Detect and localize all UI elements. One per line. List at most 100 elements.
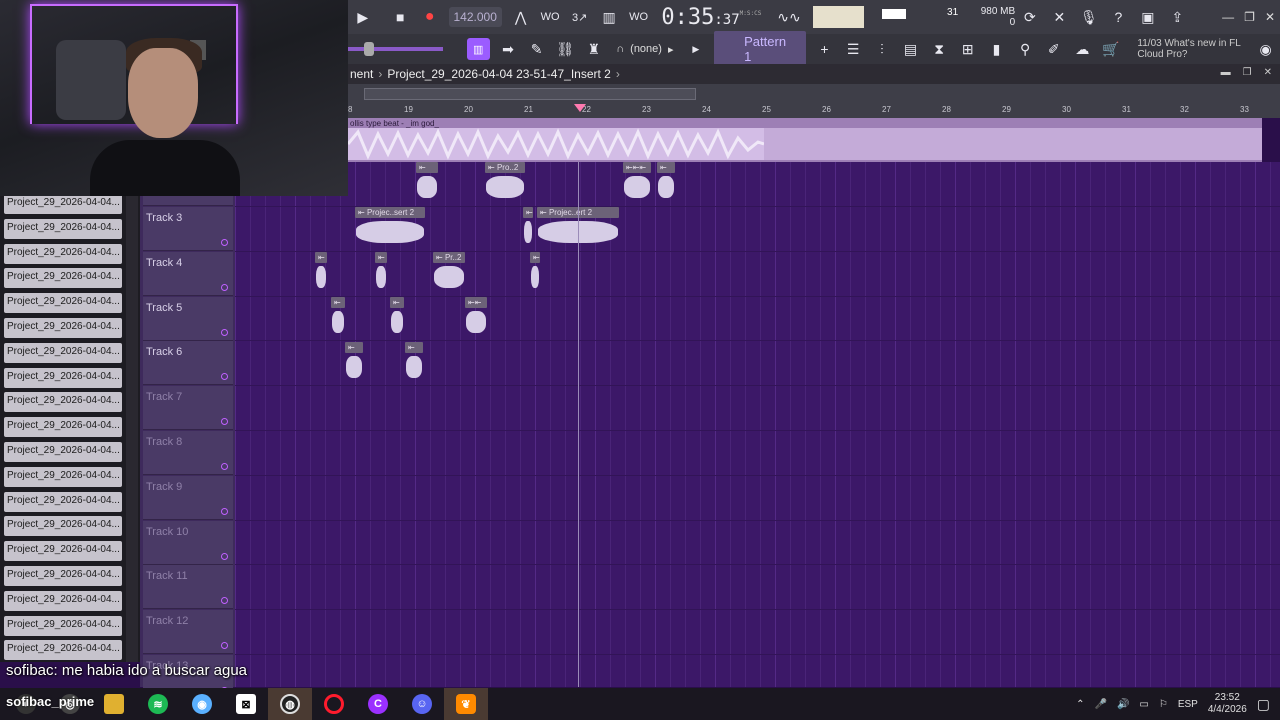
- browser-file-item[interactable]: Project_29_2026-04-04...: [4, 293, 122, 314]
- tray-expand-icon[interactable]: ⌃: [1076, 699, 1084, 710]
- link-icon[interactable]: ⛓: [553, 38, 578, 60]
- playlist-minimize-icon[interactable]: ▬: [1221, 67, 1231, 78]
- track-mute-icon[interactable]: [221, 283, 228, 291]
- globe-icon[interactable]: ◉: [1253, 38, 1278, 60]
- track-mute-icon[interactable]: [221, 418, 228, 426]
- notification-icon[interactable]: ▢: [1257, 696, 1270, 713]
- audio-clip[interactable]: ⇤⇤⇤: [623, 162, 651, 206]
- track-mute-icon[interactable]: [221, 597, 228, 605]
- project-icon[interactable]: ▮: [984, 38, 1009, 60]
- audio-clip[interactable]: ⇤: [523, 207, 533, 251]
- undo-icon[interactable]: ⟳: [1017, 6, 1043, 28]
- play-button[interactable]: ▶: [350, 6, 376, 28]
- browser-file-item[interactable]: Project_29_2026-04-04...: [4, 194, 122, 214]
- step-edit-icon[interactable]: ▥: [596, 6, 622, 28]
- mic-icon[interactable]: 🎙: [1076, 6, 1102, 28]
- audio-clip[interactable]: ⇤ Pr..2: [433, 252, 465, 296]
- breadcrumb-arrow-icon[interactable]: ›: [616, 67, 620, 81]
- pattern-selector[interactable]: Pattern 1: [714, 31, 807, 67]
- audio-clip[interactable]: ⇤: [405, 342, 423, 386]
- add-pattern-icon[interactable]: +: [812, 38, 837, 60]
- audio-clip[interactable]: ⇤: [315, 252, 327, 296]
- taskbar-capcut-icon[interactable]: ⊠: [224, 688, 268, 720]
- track-mute-icon[interactable]: [221, 463, 228, 470]
- audio-clip[interactable]: ⇤: [345, 342, 363, 386]
- browser-file-item[interactable]: Project_29_2026-04-04...: [4, 541, 122, 562]
- taskbar-chrome-icon[interactable]: ◉: [180, 688, 224, 720]
- timeline-scrollbar[interactable]: [364, 88, 696, 100]
- browser-file-item[interactable]: Project_29_2026-04-04...: [4, 640, 122, 661]
- channel-rack-icon[interactable]: ⫶: [870, 38, 895, 60]
- snap-selector[interactable]: ∩ (none) ▸: [616, 43, 673, 56]
- tools-icon[interactable]: ✕: [1047, 6, 1073, 28]
- browser-file-item[interactable]: Project_29_2026-04-04...: [4, 466, 122, 487]
- track-mute-icon[interactable]: [221, 373, 228, 381]
- timeline-ruler[interactable]: 8 19 20 21 22 23 24 25 26 27 28 29 30 31 32 33: [348, 84, 1280, 118]
- help-icon[interactable]: ?: [1106, 6, 1132, 28]
- browser-file-item[interactable]: Project_29_2026-04-04...: [4, 318, 122, 338]
- tempo-display[interactable]: 142.000: [448, 7, 502, 27]
- audio-clip[interactable]: ⇤: [530, 252, 540, 296]
- song-time[interactable]: 0:35:37M:S:CS: [661, 5, 761, 30]
- tempo-tapper-icon[interactable]: ✐: [1041, 38, 1066, 60]
- browser-file-item[interactable]: Project_29_2026-04-04...: [4, 218, 122, 239]
- browser-file-item[interactable]: Project_29_2026-04-04...: [4, 491, 122, 512]
- metronome-icon[interactable]: ⋀: [508, 6, 534, 28]
- browser-file-item[interactable]: Project_29_2026-04-04...: [4, 442, 122, 462]
- record-button[interactable]: ●: [417, 6, 443, 28]
- playlist-close-icon[interactable]: ✕: [1264, 67, 1272, 78]
- stop-button[interactable]: ■: [388, 6, 414, 28]
- taskbar-folder-icon[interactable]: [92, 688, 136, 720]
- master-pitch-slider[interactable]: [348, 42, 443, 56]
- audio-clip-track[interactable]: ollis type beat - _im god_: [348, 118, 1262, 162]
- track-mute-icon[interactable]: [221, 507, 228, 515]
- audio-clip[interactable]: ⇤: [416, 162, 438, 206]
- track-header[interactable]: Track 9: [143, 475, 233, 520]
- track-header[interactable]: Track 5: [143, 296, 233, 341]
- browser-file-item[interactable]: Project_29_2026-04-04...: [4, 615, 122, 636]
- pattern-prev-icon[interactable]: ▶: [683, 38, 708, 60]
- taskbar-flstudio-icon[interactable]: ❦: [444, 688, 488, 720]
- tray-monitor-icon[interactable]: ▭: [1139, 699, 1148, 710]
- track-mute-icon[interactable]: [221, 552, 228, 560]
- taskbar-spotify-icon[interactable]: ≋: [136, 688, 180, 720]
- browser-file-item[interactable]: Project_29_2026-04-04...: [4, 367, 122, 388]
- close-icon[interactable]: ✕: [1265, 10, 1275, 24]
- track-header[interactable]: Track 10: [143, 520, 233, 565]
- browser-file-item[interactable]: Project_29_2026-04-04...: [4, 268, 122, 289]
- mixer-icon[interactable]: ⧗: [927, 38, 952, 60]
- tray-clock[interactable]: 23:52 4/4/2026: [1208, 692, 1247, 716]
- maximize-icon[interactable]: ❐: [1244, 10, 1255, 24]
- track-header[interactable]: Track 3: [143, 207, 233, 251]
- plugin-icon[interactable]: ⚲: [1013, 38, 1038, 60]
- browser-file-item[interactable]: Project_29_2026-04-04...: [4, 417, 122, 438]
- browser-scrollbar[interactable]: [126, 196, 138, 662]
- playlist-grid[interactable]: ⇤ ⇤ Pro..2 ⇤⇤⇤ ⇤ ⇤ Projec..sert 2 ⇤ ⇤ Pr…: [235, 162, 1280, 687]
- track-header[interactable]: Track 12: [143, 610, 233, 655]
- export-icon[interactable]: ⇪: [1165, 6, 1191, 28]
- track-mute-icon[interactable]: [221, 642, 228, 650]
- countdown-icon[interactable]: 3↗: [567, 6, 593, 28]
- loop-record-icon[interactable]: WO: [626, 6, 652, 28]
- browser-file-item[interactable]: Project_29_2026-04-04...: [4, 566, 122, 586]
- playlist-maximize-icon[interactable]: ❐: [1243, 67, 1252, 78]
- arrow-right-icon[interactable]: ➡: [496, 38, 521, 60]
- taskbar-obs-active-icon[interactable]: ◍: [268, 688, 312, 720]
- minimize-icon[interactable]: —: [1222, 10, 1234, 24]
- track-mute-icon[interactable]: [221, 328, 228, 336]
- browser-icon[interactable]: ⊞: [955, 38, 980, 60]
- tray-volume-icon[interactable]: 🔊: [1117, 699, 1129, 710]
- shop-icon[interactable]: 🛒: [1099, 38, 1124, 60]
- taskbar-discord-icon[interactable]: ☺: [400, 688, 444, 720]
- breadcrumb-current[interactable]: Project_29_2026-04-04 23-51-47_Insert 2: [387, 67, 611, 81]
- news-panel[interactable]: 11/03 What's new in FL Cloud Pro?: [1137, 38, 1251, 60]
- audio-clip[interactable]: ⇤: [331, 297, 345, 341]
- browser-file-item[interactable]: Project_29_2026-04-04...: [4, 392, 122, 413]
- track-header[interactable]: Track 6: [143, 341, 233, 386]
- browser-file-item[interactable]: Project_29_2026-04-04...: [4, 243, 122, 264]
- tray-network-icon[interactable]: ⚐: [1159, 699, 1168, 710]
- tray-language[interactable]: ESP: [1178, 699, 1198, 710]
- brush-icon[interactable]: ✎: [524, 38, 549, 60]
- track-header[interactable]: Track 8: [143, 431, 233, 475]
- audio-clip[interactable]: ⇤ Projec..sert 2: [355, 207, 425, 251]
